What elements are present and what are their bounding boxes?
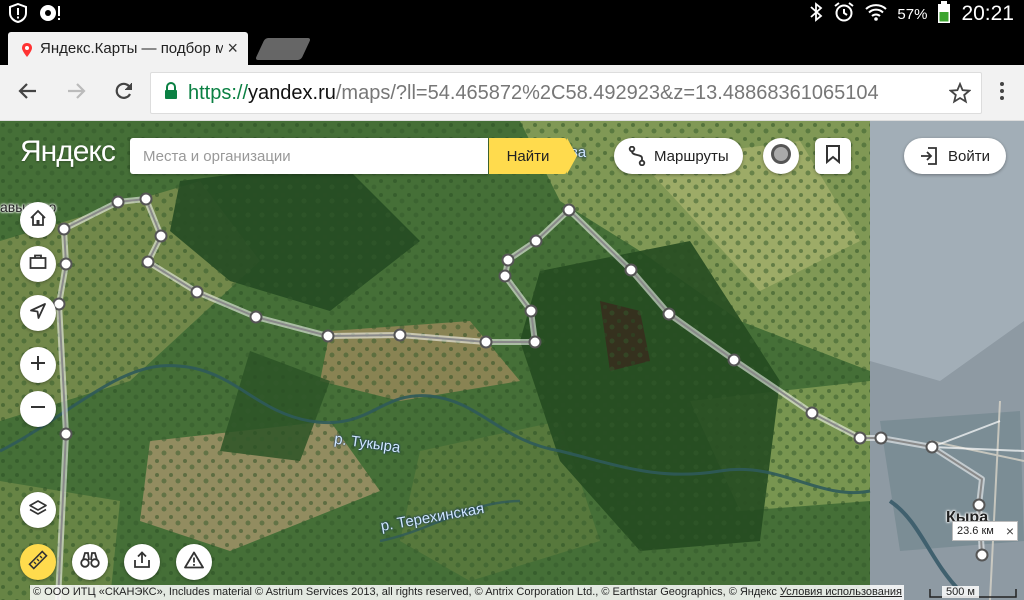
ruler-button[interactable] (20, 544, 56, 580)
address-bar[interactable]: https://yandex.ru/maps/?ll=54.465872%2C5… (150, 72, 982, 114)
binoculars-icon (80, 551, 100, 574)
map-viewport[interactable]: авыдово ва р. Тукыра р. Терехинская Кыра… (0, 121, 1024, 600)
login-label: Войти (948, 147, 990, 165)
arrow-left-icon (18, 81, 38, 106)
layers-button[interactable] (20, 492, 56, 528)
lock-icon (164, 81, 178, 105)
search-box[interactable] (130, 138, 488, 174)
bookmarks-button[interactable] (815, 138, 851, 174)
share-button[interactable] (124, 544, 160, 580)
scale-label: 500 м (942, 586, 979, 598)
browser-toolbar: https://yandex.ru/maps/?ll=54.465872%2C5… (0, 65, 1024, 121)
browser-tab[interactable]: Яндекс.Карты — подбор маршрута × (8, 32, 248, 65)
search-input[interactable] (143, 147, 488, 165)
location-arrow-icon (29, 302, 47, 325)
wifi-icon (865, 2, 888, 26)
yandex-favicon-icon (22, 42, 32, 57)
reload-button[interactable] (110, 79, 138, 107)
menu-button[interactable] (988, 79, 1016, 107)
distance-close-button[interactable]: × (1006, 523, 1014, 539)
zoom-in-button[interactable] (20, 347, 56, 383)
find-button[interactable]: Найти (489, 138, 577, 174)
panorama-button[interactable] (72, 544, 108, 580)
distance-value: 23.6 км (957, 525, 994, 537)
battery-icon (937, 1, 951, 27)
scale-bar: 500 м (926, 585, 1020, 600)
copyright-bar: © ООО ИТЦ «СКАНЭКС», Includes material ©… (30, 585, 904, 600)
home-icon (29, 209, 47, 232)
routes-button[interactable]: Маршруты (614, 138, 743, 174)
bookmark-icon (825, 144, 841, 169)
yandex-logo[interactable]: Яндекс (20, 135, 116, 169)
distance-badge: 23.6 км × (952, 521, 1018, 541)
login-icon (920, 147, 938, 165)
alarm-icon (833, 1, 855, 27)
terms-link[interactable]: Условия использования (780, 586, 902, 598)
share-icon (133, 550, 151, 574)
bookmark-star-icon[interactable] (948, 81, 972, 109)
tab-title: Яндекс.Карты — подбор маршрута (40, 40, 224, 57)
new-tab-button[interactable] (254, 38, 312, 60)
warning-icon (184, 551, 204, 574)
clock: 20:21 (961, 2, 1014, 25)
home-button[interactable] (20, 202, 56, 238)
reload-icon (114, 81, 134, 106)
work-button[interactable] (20, 246, 56, 282)
battery-percent: 57% (897, 5, 928, 23)
forward-button[interactable] (62, 79, 90, 107)
back-button[interactable] (14, 79, 42, 107)
more-vertical-icon (999, 81, 1005, 106)
url-text: https://yandex.ru/maps/?ll=54.465872%2C5… (188, 81, 879, 104)
briefcase-icon (29, 254, 47, 275)
zoom-out-button[interactable] (20, 391, 56, 427)
copyright-text: © ООО ИТЦ «СКАНЭКС», Includes material ©… (33, 586, 780, 598)
tab-strip: Яндекс.Карты — подбор маршрута × (0, 25, 1024, 65)
plus-icon (30, 355, 46, 376)
layers-icon (29, 499, 47, 522)
traffic-button[interactable] (763, 138, 799, 174)
route-icon (628, 146, 646, 166)
traffic-icon (769, 142, 793, 171)
login-button[interactable]: Войти (904, 138, 1006, 174)
arrow-right-icon (66, 81, 86, 106)
tab-close-button[interactable]: × (227, 38, 238, 59)
report-issue-button[interactable] (176, 544, 212, 580)
status-bar: 57% 20:21 (0, 0, 1024, 25)
ruler-icon (28, 549, 48, 575)
bluetooth-icon (809, 2, 823, 26)
location-button[interactable] (20, 295, 56, 331)
satellite-imagery[interactable] (0, 121, 1024, 600)
minus-icon (30, 399, 46, 420)
routes-label: Маршруты (654, 147, 729, 165)
